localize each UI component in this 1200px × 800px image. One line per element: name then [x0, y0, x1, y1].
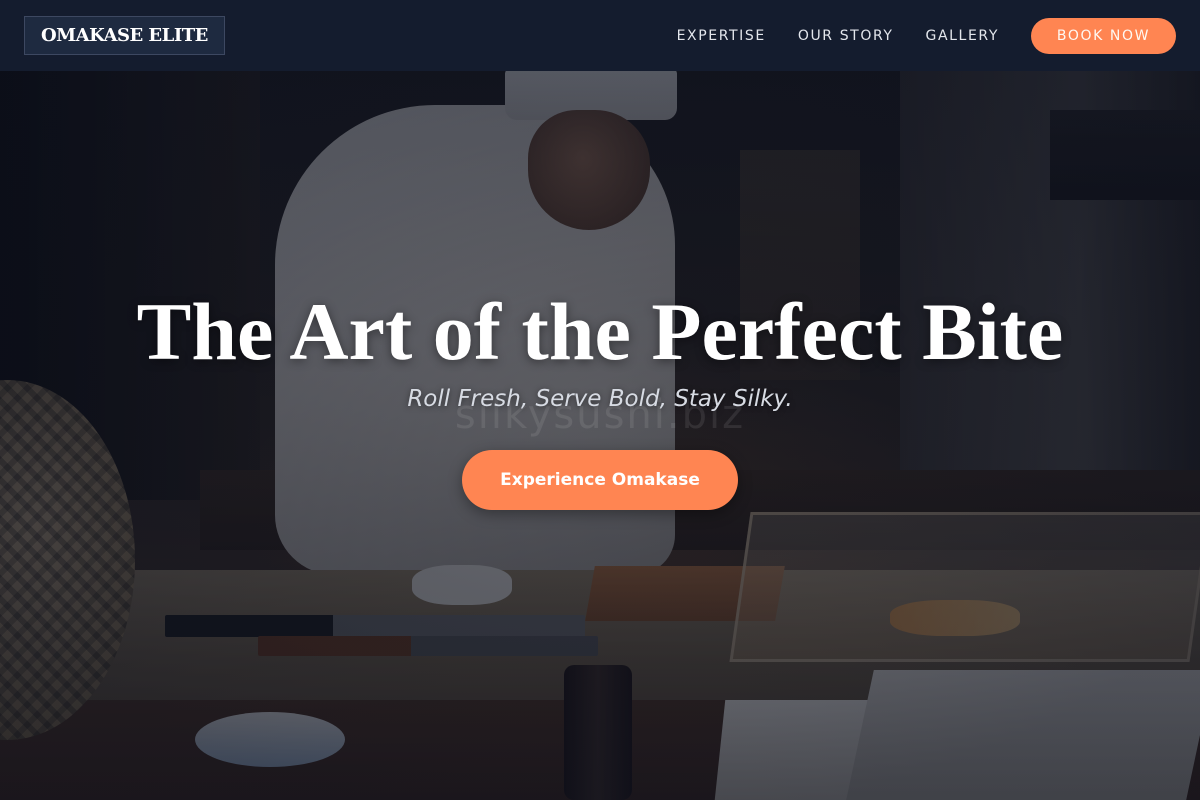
- main-nav: EXPERTISE OUR STORY GALLERY BOOK NOW: [677, 17, 1176, 54]
- experience-omakase-button[interactable]: Experience Omakase: [462, 450, 738, 510]
- nav-link-our-story[interactable]: OUR STORY: [798, 28, 894, 44]
- site-logo[interactable]: OMAKASE ELITE: [24, 16, 225, 55]
- hero-title: The Art of the Perfect Bite: [136, 286, 1064, 377]
- site-header: OMAKASE ELITE EXPERTISE OUR STORY GALLER…: [0, 0, 1200, 71]
- nav-link-gallery[interactable]: GALLERY: [926, 28, 999, 44]
- book-now-button[interactable]: BOOK NOW: [1031, 17, 1176, 54]
- hero-tagline: Roll Fresh, Serve Bold, Stay Silky.: [407, 386, 793, 412]
- nav-link-expertise[interactable]: EXPERTISE: [677, 28, 766, 44]
